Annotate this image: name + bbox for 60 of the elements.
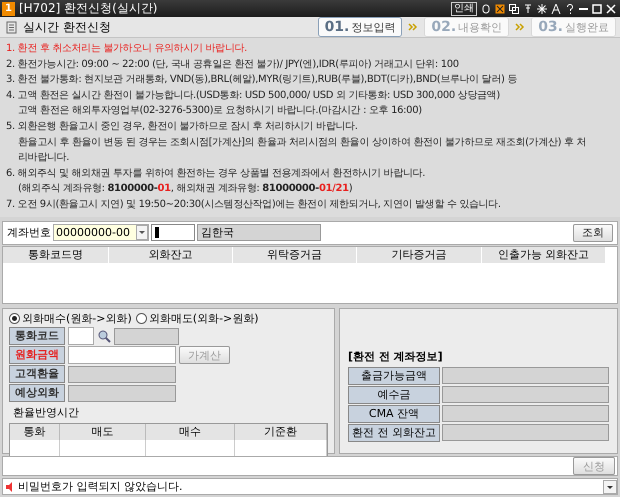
column-header: 외화잔고 [109,246,233,263]
account-label: 계좌번호 [7,225,51,240]
rate-time-label: 환율반영시간 [13,405,80,420]
password-field[interactable] [151,224,195,242]
page-title: 실시간 환전신청 [23,18,112,36]
info-label: 환전 전 외화잔고 [348,424,440,442]
windows-icon [509,4,519,14]
notice-text: 환율고시 후 환율이 변동 된 경우는 조회시점[가계산]의 환율과 처리시점의 환율이 상이하여 환전이 불가하므로 재조회(가계산) 후 처리바랍니다. [17,136,588,166]
font-icon [551,4,561,14]
column-header: 통화코드명 [3,246,109,263]
help-icon [565,4,575,14]
notice-text: 고액 환전은 해외투자영업부(02-3276-5300)로 요청하시기 바랍니다.(마감시간 : 오후 16:00) [17,104,423,118]
account-combo[interactable]: 00000000-00 [53,224,149,242]
column-header: 기타증거금 [357,246,482,263]
print-button[interactable]: 인쇄 [451,2,477,16]
column-header: 기준환 [235,424,327,440]
notice-text: 7. 오전 9시(환율고시 지연) 및 19:50~20:30(시스템정산작업)에는 환전이 제한되거나, 지연이 발생할 수 있습니다. [6,198,502,212]
column-header: 인출가능 외화잔고 [482,246,606,263]
step-indicator: 01.정보입력 [318,17,402,37]
info-label: 예수금 [348,386,440,404]
double-chevron-icon [515,22,526,32]
column-header: 매도 [60,424,146,440]
search-icon [97,329,111,343]
notice-text: 1. 환전 후 취소처리는 불가하오니 유의하시기 바랍니다. [6,42,248,56]
section-title: [환전 전 계좌정보] [348,349,444,364]
notice-text: 2. 환전가능시간: 09:00 ~ 22:00 (단, 국내 공휴일은 환전 불가)/ JPY(엔),IDR(루피아) 거래고시 단위: 100 [6,58,460,72]
close-icon [606,4,616,14]
notice-text: 6. 해외주식 및 해외채권 투자를 위하여 환전하는 경우 상품별 전용계좌에서 환전하시기 바랍니다. [6,166,426,181]
currency-name-field [114,328,179,344]
amount-field[interactable] [68,346,176,364]
speaker-icon [6,482,15,492]
field-label: 예상외화 [9,384,65,402]
info-label: 출금가능금액 [348,367,440,385]
account-holder-field: 김한국 [197,224,321,242]
notice-text: 5. 외환은행 환율고시 중인 경우, 환전이 불가하므로 잠시 후 처리하시기 바랍니다. [6,120,359,134]
field-label: 고객환율 [9,365,65,383]
column-header: 통화 [10,424,60,440]
window-title: [H702] 환전신청(실시간) [18,0,158,17]
step-indicator: 03.실행완료 [531,17,616,37]
column-header: 위탁증거금 [233,246,357,263]
field-label: 통화코드 [9,327,65,345]
minimize-icon [579,8,588,10]
info-label: CMA 잔액 [348,405,440,423]
column-header: 매수 [146,424,235,440]
sparkle-icon [537,4,547,14]
status-message: 비밀번호가 입력되지 않았습니다. [18,479,184,494]
window-badge: 1 [2,2,15,16]
maximize-icon [592,4,602,14]
search-button[interactable]: 조회 [573,224,613,242]
double-chevron-icon [408,22,418,32]
notice-text: 4. 고액 환전은 실시간 환전이 불가능합니다.(USD통화: USD 500,000/ USD 외 기타통화: USD 300,000 상당금액) [6,88,501,103]
field-label: 원화금액 [9,346,65,364]
notice-text: (해외주식 계좌유형: 8100000-01, 해외채권 계좌유형: 81000000-01/21) [17,182,354,196]
mode-radio[interactable]: 외화매수(원화->외화) [9,311,132,326]
grid-icon [495,4,505,14]
mode-radio[interactable]: 외화매도(외화->원화) [136,311,259,326]
notice-text: 3. 환전 불가통화: 현지보관 거래통화, VND(동),BRL(헤알),MYR(링기트),RUB(루블),BDT(디카),BND(브루나이 달러) 등 [6,73,518,88]
currency-code-field[interactable] [68,327,94,345]
step-indicator: 02.내용확인 [424,17,510,37]
document-icon [6,20,17,34]
